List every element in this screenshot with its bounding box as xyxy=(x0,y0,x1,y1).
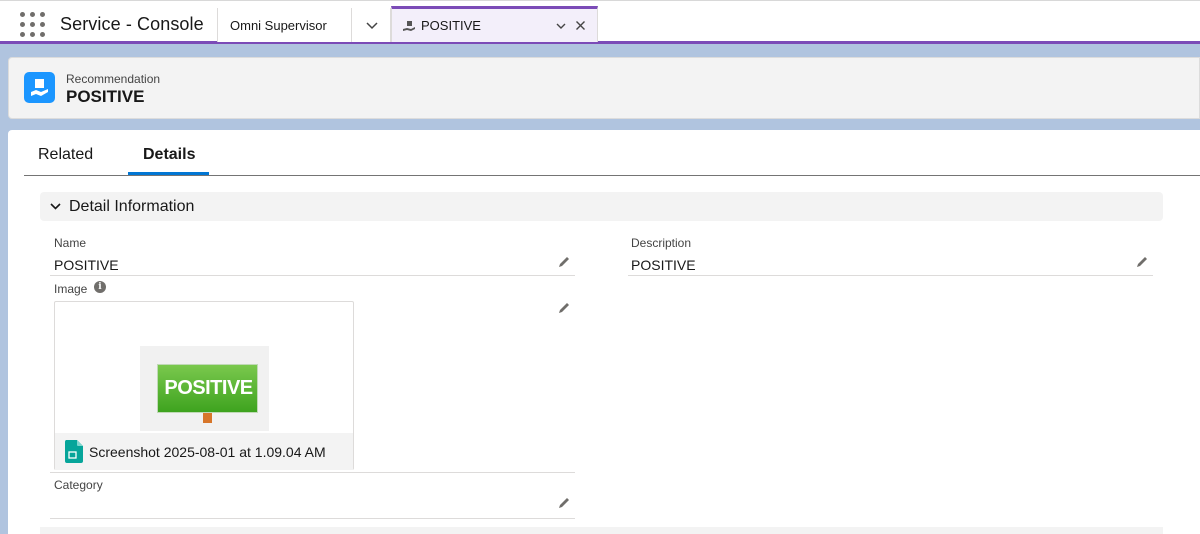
record-object-type: Recommendation xyxy=(66,72,161,86)
file-name[interactable]: Screenshot 2025-08-01 at 1.09.04 AM xyxy=(89,444,326,460)
app-name: Service - Console xyxy=(60,14,204,34)
global-header: Service - Console Omni Supervisor POSITI… xyxy=(0,0,1200,44)
sign-board: POSITIVE xyxy=(157,364,258,413)
record-tabs: Related Details xyxy=(24,130,1200,176)
edit-description-pencil-icon[interactable] xyxy=(1135,255,1149,269)
field-label-image: Image xyxy=(54,282,88,296)
field-divider xyxy=(50,518,575,519)
field-label-description: Description xyxy=(631,236,692,250)
tab-label: POSITIVE xyxy=(421,18,481,33)
chevron-down-icon xyxy=(50,203,61,210)
app-launcher-icon[interactable] xyxy=(20,12,46,38)
info-icon[interactable]: i xyxy=(94,281,106,293)
chevron-down-icon[interactable] xyxy=(555,20,567,32)
image-file-icon xyxy=(64,440,83,463)
field-divider xyxy=(50,275,575,276)
edit-name-pencil-icon[interactable] xyxy=(557,255,571,269)
file-info-bar: Screenshot 2025-08-01 at 1.09.04 AM xyxy=(55,433,353,470)
chevron-down-icon xyxy=(366,22,378,30)
edit-image-pencil-icon[interactable] xyxy=(557,301,571,315)
image-thumbnail: POSITIVE xyxy=(140,346,269,431)
field-divider xyxy=(628,275,1153,276)
field-value-name: POSITIVE xyxy=(54,257,119,273)
active-tab-indicator xyxy=(128,172,209,175)
field-value-description: POSITIVE xyxy=(631,257,696,273)
recommendation-icon xyxy=(403,21,415,31)
image-preview-text: POSITIVE xyxy=(164,377,253,399)
field-label-name: Name xyxy=(54,236,87,250)
next-section-header[interactable] xyxy=(40,527,1163,534)
tab-details[interactable]: Details xyxy=(143,146,195,164)
recommendation-icon xyxy=(24,72,55,103)
record-header: Recommendation POSITIVE xyxy=(8,57,1200,119)
field-label-category: Category xyxy=(54,478,103,492)
close-icon[interactable] xyxy=(575,20,586,31)
page-title: POSITIVE xyxy=(66,87,145,106)
section-title: Detail Information xyxy=(69,198,195,215)
section-detail-information[interactable]: Detail Information xyxy=(40,192,1163,221)
tab-related[interactable]: Related xyxy=(38,146,93,164)
edit-category-pencil-icon[interactable] xyxy=(557,496,571,510)
tab-overflow-button[interactable] xyxy=(351,8,391,42)
image-file-card[interactable]: POSITIVE Screenshot 2025-08-01 at 1.09.0… xyxy=(54,301,354,470)
record-detail-card: Related Details Detail Information Name … xyxy=(8,130,1200,534)
tab-label: Omni Supervisor xyxy=(230,18,327,33)
tab-positive[interactable]: POSITIVE xyxy=(391,6,598,42)
tab-omni-supervisor[interactable]: Omni Supervisor xyxy=(217,8,351,42)
sign-post xyxy=(203,413,212,423)
field-divider xyxy=(50,472,575,473)
